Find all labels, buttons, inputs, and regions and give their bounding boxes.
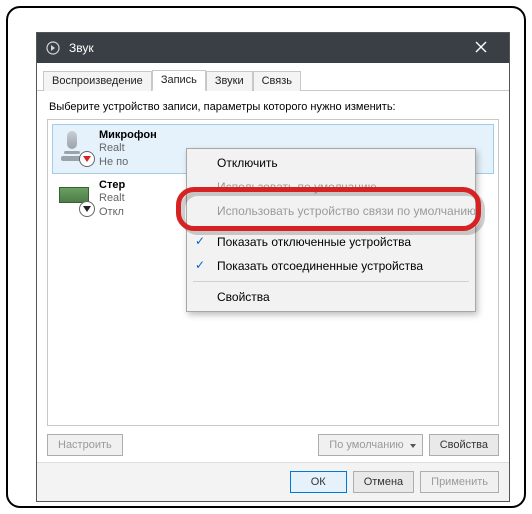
ctx-show-disabled[interactable]: ✓ Показать отключенные устройства — [187, 230, 475, 254]
checkmark-icon: ✓ — [195, 258, 205, 272]
microphone-icon — [57, 129, 93, 165]
context-menu-container: Отключить Использовать по умолчанию Испо… — [186, 148, 476, 312]
close-icon — [475, 41, 487, 53]
device-desc: Realt — [99, 141, 157, 155]
tab-communications[interactable]: Связь — [253, 71, 301, 91]
tab-sounds[interactable]: Звуки — [206, 71, 253, 91]
prompt-text: Выберите устройство записи, параметры ко… — [49, 101, 499, 113]
tab-recording[interactable]: Запись — [152, 70, 206, 91]
set-default-split-button[interactable]: По умолчанию — [318, 434, 422, 456]
tabstrip: Воспроизведение Запись Звуки Связь — [37, 63, 509, 91]
ctx-label: Показать отключенные устройства — [217, 235, 411, 249]
properties-button[interactable]: Свойства — [429, 434, 499, 456]
configure-button[interactable]: Настроить — [47, 434, 123, 456]
device-status: Не по — [99, 155, 157, 169]
ctx-properties[interactable]: Свойства — [187, 285, 475, 309]
ctx-separator — [193, 281, 469, 282]
window-title: Звук — [69, 41, 461, 55]
apply-button[interactable]: Применить — [420, 471, 499, 493]
device-name: Микрофон — [99, 129, 157, 141]
status-badge-icon — [79, 201, 95, 217]
ctx-disable[interactable]: Отключить — [187, 151, 475, 175]
device-text: Микрофон Realt Не по — [99, 129, 157, 169]
ctx-show-disconnected[interactable]: ✓ Показать отсоединенные устройства — [187, 254, 475, 278]
soundcard-icon — [57, 179, 93, 215]
status-badge-icon — [79, 151, 95, 167]
app-icon — [45, 40, 61, 56]
checkmark-icon: ✓ — [195, 234, 205, 248]
cancel-button[interactable]: Отмена — [353, 471, 414, 493]
ctx-set-default-comm[interactable]: Использовать устройство связи по умолчан… — [187, 199, 475, 223]
context-menu: Отключить Использовать по умолчанию Испо… — [186, 148, 476, 312]
close-button[interactable] — [461, 40, 501, 56]
device-desc: Realt — [99, 191, 125, 205]
device-buttons-row: Настроить По умолчанию Свойства — [47, 434, 499, 456]
ctx-label: Показать отсоединенные устройства — [217, 259, 423, 273]
dialog-footer: ОК Отмена Применить — [37, 462, 509, 501]
ctx-separator — [193, 226, 469, 227]
device-status: Откл — [99, 205, 125, 219]
device-name: Стер — [99, 179, 125, 191]
ok-button[interactable]: ОК — [290, 471, 347, 493]
screenshot-frame: Звук Воспроизведение Запись Звуки Связь … — [6, 6, 526, 508]
tab-playback[interactable]: Воспроизведение — [43, 71, 152, 91]
titlebar: Звук — [37, 33, 509, 63]
device-text: Стер Realt Откл — [99, 179, 125, 219]
ctx-set-default[interactable]: Использовать по умолчанию — [187, 175, 475, 199]
